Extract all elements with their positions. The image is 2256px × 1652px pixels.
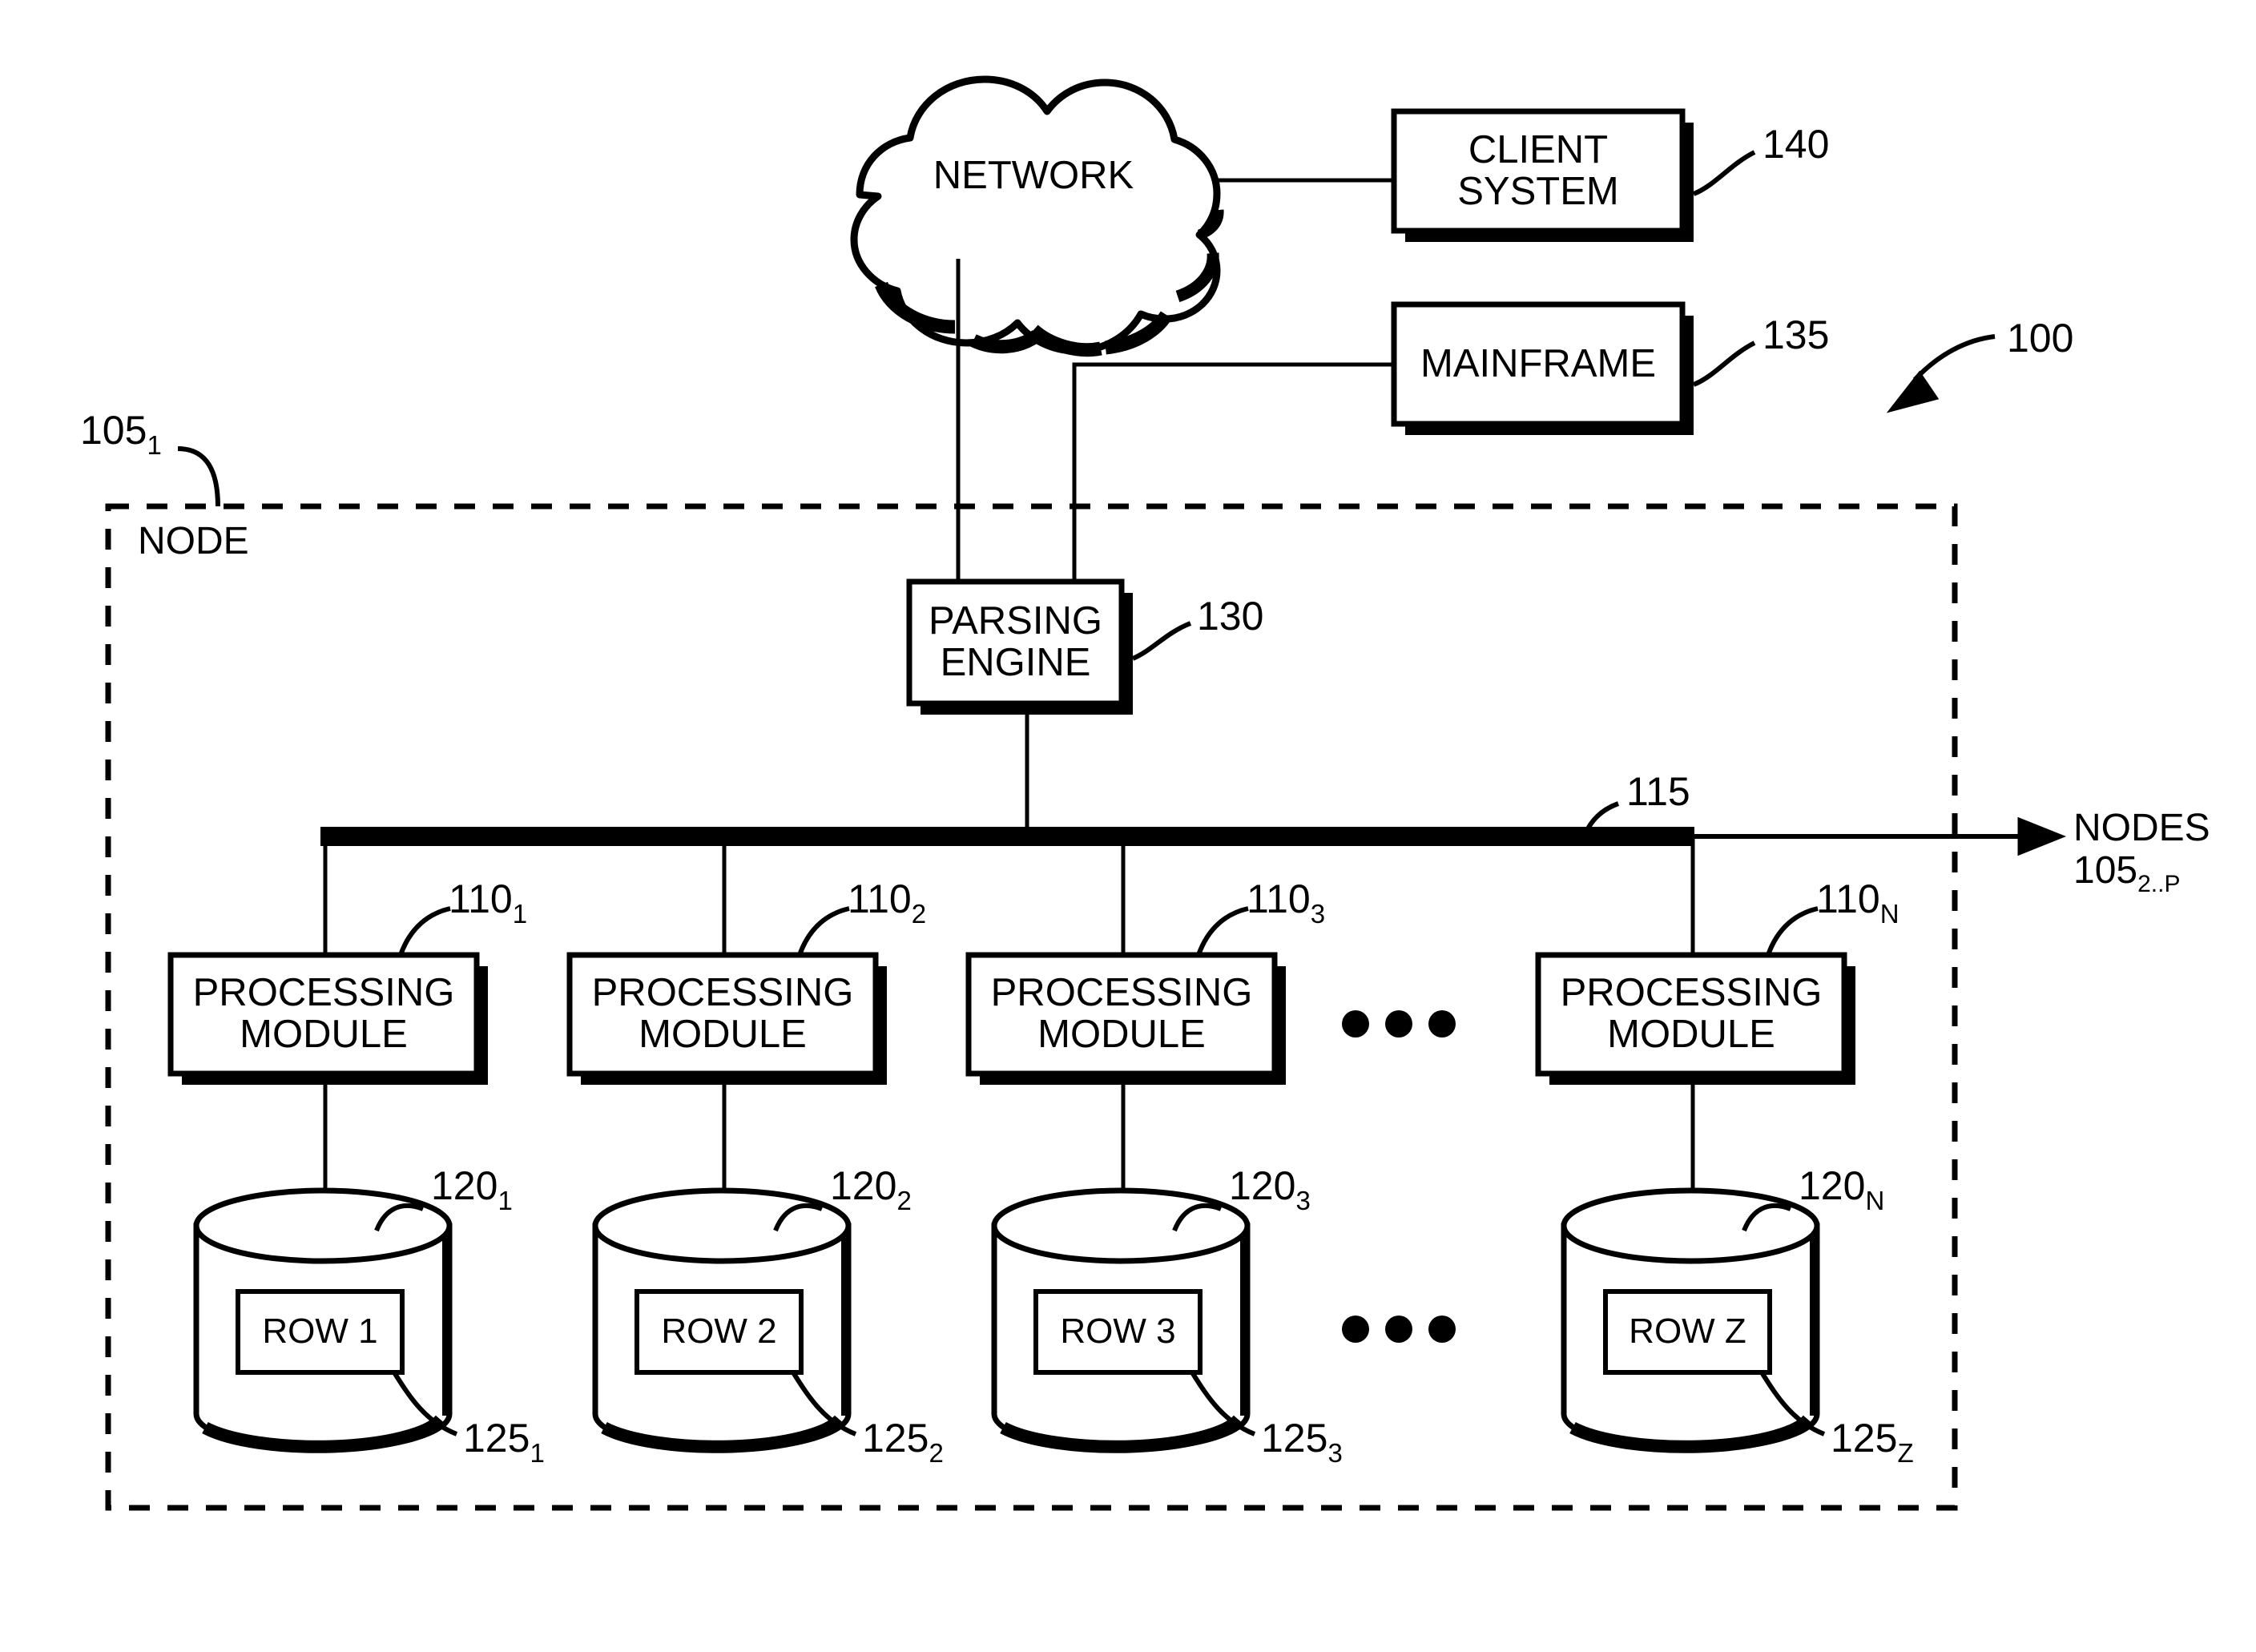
ref-120-2-base: 120 [830, 1163, 897, 1208]
ref-120-n: 120N [1799, 1163, 1884, 1215]
data-store-cylinder-n [1561, 1187, 1820, 1453]
ref-115: 115 [1626, 769, 1690, 814]
mainframe-box [1391, 301, 1694, 435]
ref-125-n: 125Z [1831, 1416, 1914, 1467]
ref-120-3-base: 120 [1229, 1163, 1296, 1208]
bus-line [320, 827, 1694, 846]
ref-110-2-base: 110 [848, 876, 912, 921]
ellipsis-dots-stores [1342, 1316, 1456, 1343]
ref-125-1: 1251 [463, 1416, 545, 1467]
ref-125-3: 1253 [1261, 1416, 1343, 1467]
leader-110-2 [797, 906, 850, 957]
leader-130 [1131, 621, 1192, 661]
client-system-box [1391, 108, 1694, 242]
processing-module-box-1 [167, 952, 488, 1085]
ref-110-2-sub: 2 [911, 899, 927, 929]
ref-100: 100 [2007, 316, 2074, 361]
ref-125-n-sub: Z [1897, 1438, 1914, 1468]
ref-110-3-sub: 3 [1310, 899, 1326, 929]
external-nodes-line1: NODES [2073, 807, 2210, 849]
link-mainframe-parsing-engine [1072, 362, 1394, 582]
ref-110-2: 1102 [848, 876, 926, 928]
ref-110-3: 1103 [1247, 876, 1325, 928]
ref-110-n: 110N [1816, 876, 1899, 928]
ref-135: 135 [1762, 312, 1830, 357]
ref-125-3-base: 125 [1261, 1416, 1328, 1461]
figure-ref-arrow-100 [1886, 334, 1996, 413]
ref-125-2-sub: 2 [929, 1438, 944, 1468]
leader-105-1 [177, 446, 220, 507]
ref-110-1-sub: 1 [512, 899, 528, 929]
ref-125-1-base: 125 [463, 1416, 530, 1461]
ref-120-1: 1201 [431, 1163, 513, 1215]
ref-105-1: 1051 [80, 408, 162, 459]
node-label: NODE [138, 520, 249, 562]
ref-105-1-sub: 1 [147, 430, 162, 460]
ellipsis-dots-modules [1342, 1010, 1456, 1038]
ref-125-2-base: 125 [862, 1416, 929, 1461]
data-store-cylinder-1 [193, 1187, 453, 1453]
leader-140 [1692, 150, 1756, 196]
ref-120-2: 1202 [830, 1163, 912, 1215]
cloud-icon [850, 75, 1224, 357]
ref-110-1: 1101 [449, 876, 527, 928]
ref-120-n-sub: N [1865, 1186, 1885, 1215]
leader-110-n [1766, 906, 1819, 957]
patent-figure-canvas: NETWORK CLIENT SYSTEM 140 MAINFRAME 135 … [0, 0, 2256, 1652]
processing-module-box-2 [566, 952, 887, 1085]
ref-110-3-base: 110 [1247, 876, 1311, 921]
ref-130: 130 [1197, 594, 1264, 639]
ref-120-1-base: 120 [431, 1163, 498, 1208]
ref-125-n-base: 125 [1831, 1416, 1898, 1461]
arrow-other-nodes [2017, 816, 2067, 856]
ref-140: 140 [1762, 122, 1830, 167]
data-store-cylinder-2 [592, 1187, 852, 1453]
leader-110-3 [1196, 906, 1249, 957]
leader-110-1 [398, 906, 451, 957]
ref-120-1-sub: 1 [498, 1186, 513, 1215]
parsing-engine-box [906, 578, 1133, 715]
data-store-cylinder-3 [991, 1187, 1251, 1453]
ref-105-1-base: 105 [80, 408, 147, 453]
ref-125-2: 1252 [862, 1416, 944, 1467]
ref-120-n-base: 120 [1799, 1163, 1866, 1208]
ref-125-1-sub: 1 [530, 1438, 545, 1468]
ref-120-3-sub: 3 [1295, 1186, 1311, 1215]
processing-module-box-3 [965, 952, 1286, 1085]
external-nodes-label: NODES 1052..P [2073, 807, 2210, 897]
ref-120-2-sub: 2 [896, 1186, 912, 1215]
external-nodes-ref-base: 105 [2073, 848, 2138, 892]
processing-module-box-n [1535, 952, 1855, 1085]
leader-135 [1692, 340, 1756, 387]
ref-125-3-sub: 3 [1327, 1438, 1343, 1468]
ref-110-1-base: 110 [449, 876, 513, 921]
external-nodes-ref-sub: 2..P [2137, 870, 2181, 897]
diagram-vector-layer [105, 75, 2067, 1511]
ref-120-3: 1203 [1229, 1163, 1311, 1215]
ref-110-n-sub: N [1879, 899, 1899, 929]
ref-110-n-base: 110 [1816, 876, 1880, 921]
